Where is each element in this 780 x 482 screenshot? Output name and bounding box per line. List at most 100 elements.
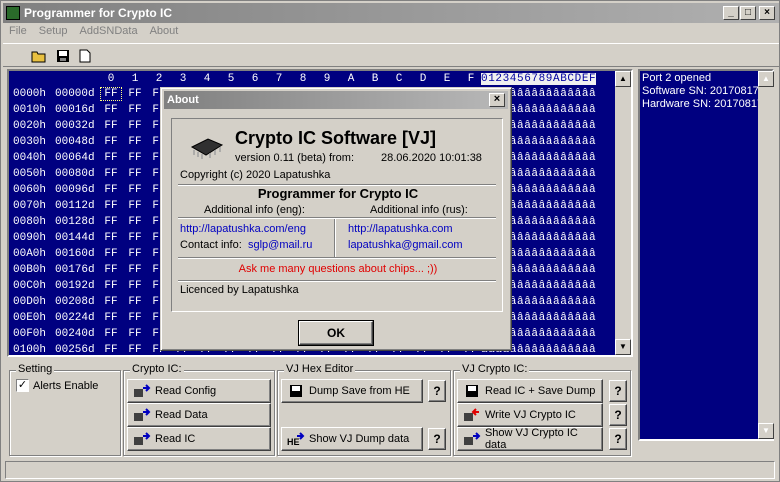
url-rus-link[interactable]: http://lapatushka.com [348,223,453,235]
hex-byte[interactable]: FF [101,312,121,324]
hex-byte[interactable]: FF [125,168,145,180]
hex-byte[interactable]: FF [125,88,145,100]
about-panel: Crypto IC Software [VJ] version 0.11 (be… [171,118,503,312]
read-ic-save-dump-button[interactable]: Read IC + Save Dump [457,379,603,403]
crypto-ic-label: Crypto IC: [130,363,184,375]
hex-row-address: 00C0h [13,280,47,292]
hex-row-address: 0100h [13,344,47,356]
write-help-button[interactable]: ? [609,404,627,426]
status-bar [5,461,775,479]
software-sn: Software SN: 20170817 [642,85,759,97]
show-crypto-help-button[interactable]: ? [609,428,627,450]
hex-byte[interactable]: FF [101,104,121,116]
hex-column-label: D [419,73,427,85]
hex-column-label: B [371,73,379,85]
scroll-up-icon[interactable]: ▲ [615,71,631,87]
hex-byte[interactable]: FF [125,232,145,244]
hardware-sn: Hardware SN: 20170817 [642,98,764,110]
about-info-rus: Additional info (rus): [370,204,468,216]
hex-row-decimal: 00000d [55,88,95,100]
hex-byte[interactable]: FF [101,136,121,148]
hex-byte[interactable]: FF [125,312,145,324]
hex-byte[interactable]: FF [125,280,145,292]
read-config-button[interactable]: Read Config [127,379,271,403]
hex-byte[interactable]: FF [125,344,145,355]
hex-byte[interactable]: FF [125,200,145,212]
save-icon[interactable] [53,47,73,65]
dump-save-button[interactable]: Dump Save from HE [281,379,423,403]
open-folder-icon[interactable] [29,47,49,65]
scroll-down-icon[interactable]: ▼ [615,339,631,355]
hex-row-address: 00B0h [13,264,47,276]
checkbox-icon[interactable]: ✓ [16,379,29,392]
menu-addsndata[interactable]: AddSNData [73,24,143,42]
about-close-button[interactable]: × [489,93,505,107]
alerts-enable-label: Alerts Enable [33,379,99,392]
show-vj-dump-button[interactable]: HE Show VJ Dump data [281,427,423,451]
hex-byte[interactable]: FF [101,248,121,260]
vj-hex-editor-label: VJ Hex Editor [284,363,356,375]
hex-byte[interactable]: FF [125,296,145,308]
hex-row-decimal: 00192d [55,280,95,292]
about-divider [178,257,496,259]
read-save-help-button[interactable]: ? [609,380,627,402]
new-file-icon[interactable] [75,47,95,65]
hex-byte[interactable]: FF [125,136,145,148]
hex-byte[interactable]: FF [101,216,121,228]
hex-byte[interactable]: FF [125,264,145,276]
hex-byte[interactable]: FF [101,184,121,196]
hex-byte[interactable]: FF [101,280,121,292]
hex-byte[interactable]: FF [101,232,121,244]
about-ask-text: Ask me many questions about chips... ;)) [238,263,438,275]
hex-byte[interactable]: FF [125,248,145,260]
hex-byte[interactable]: FF [125,184,145,196]
about-divider [178,217,496,219]
hex-column-label: 1 [131,73,139,85]
menu-setup[interactable]: Setup [33,24,74,42]
hex-byte[interactable]: FF [101,168,121,180]
write-vj-crypto-ic-button[interactable]: Write VJ Crypto IC [457,403,603,427]
minimize-button[interactable]: _ [723,6,739,20]
info-scroll-up-icon[interactable]: ▲ [758,71,774,87]
hex-byte[interactable]: FF [101,328,121,340]
hex-row-address: 0080h [13,216,47,228]
show-vj-crypto-ic-button[interactable]: Show VJ Crypto IC data [457,427,603,451]
menu-about[interactable]: About [144,24,185,42]
close-button[interactable]: × [759,6,775,20]
hex-row-decimal: 00224d [55,312,95,324]
hex-byte[interactable]: FF [101,200,121,212]
email-rus-link[interactable]: lapatushka@gmail.com [348,239,463,251]
chip-icon [188,133,224,164]
hex-byte[interactable]: FF [101,264,121,276]
show-vj-dump-label: Show VJ Dump data [309,433,410,445]
hex-byte[interactable]: FF [125,120,145,132]
email-eng-link[interactable]: sglp@mail.ru [248,239,312,251]
setting-label: Setting [16,363,55,375]
hex-column-label: E [443,73,451,85]
alerts-enable-checkbox[interactable]: ✓ Alerts Enable [16,379,98,392]
maximize-button[interactable]: □ [740,6,756,20]
info-scrollbar[interactable]: ▲ ▼ [758,71,774,439]
hex-row-address: 0020h [13,120,47,132]
menu-file[interactable]: File [3,24,33,42]
hex-byte[interactable]: FF [101,344,121,355]
hex-scrollbar[interactable]: ▲ ▼ [615,71,631,355]
info-scroll-down-icon[interactable]: ▼ [758,423,774,439]
hex-byte[interactable]: FF [125,104,145,116]
hex-byte[interactable]: FF [125,152,145,164]
hex-byte[interactable]: FF [100,87,122,101]
url-eng-link[interactable]: http://lapatushka.com/eng [180,223,306,235]
read-data-button[interactable]: Read Data [127,403,271,427]
about-ok-button[interactable]: OK [298,320,374,346]
dump-save-help-button[interactable]: ? [428,380,446,402]
hex-byte[interactable]: FF [101,296,121,308]
toolbar [3,43,779,67]
hex-byte[interactable]: FF [101,120,121,132]
hex-byte[interactable]: FF [125,328,145,340]
hex-byte[interactable]: FF [125,216,145,228]
hex-byte[interactable]: FF [101,152,121,164]
read-ic-button[interactable]: Read IC [127,427,271,451]
hex-row-address: 0070h [13,200,47,212]
show-dump-help-button[interactable]: ? [428,428,446,450]
svg-text:HE: HE [287,437,300,446]
